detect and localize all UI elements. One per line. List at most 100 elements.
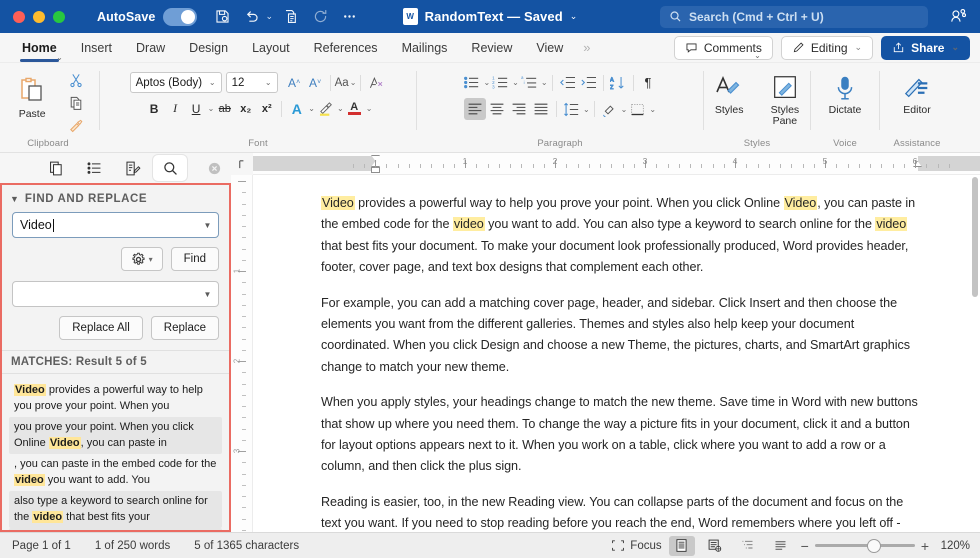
- sidebar-tab-thumbnails[interactable]: [40, 155, 74, 181]
- find-button[interactable]: Find: [170, 247, 219, 271]
- highlight-dropdown-icon[interactable]: ⌄: [337, 104, 344, 113]
- zoom-slider[interactable]: − +: [801, 538, 929, 553]
- borders-dropdown-icon[interactable]: ⌄: [649, 105, 656, 114]
- view-outline-button[interactable]: [735, 536, 761, 556]
- styles-pane-button[interactable]: Styles Pane: [763, 69, 807, 127]
- list-item[interactable]: you prove your point. When you click Onl…: [9, 417, 222, 454]
- match-results-list[interactable]: Video provides a powerful way to help yo…: [2, 374, 229, 530]
- decrease-indent-icon[interactable]: [557, 72, 578, 93]
- list-item[interactable]: , you can paste in the embed code for th…: [9, 454, 222, 491]
- zoom-in-button[interactable]: +: [921, 539, 929, 553]
- line-spacing-dropdown-icon[interactable]: ⌄: [583, 105, 590, 114]
- close-sidebar-button[interactable]: [197, 155, 231, 181]
- superscript-button[interactable]: x²: [256, 98, 277, 119]
- tab-overflow-icon[interactable]: »: [575, 40, 597, 55]
- align-center-icon[interactable]: [486, 98, 508, 120]
- font-size-select[interactable]: 12 ⌄: [225, 72, 278, 93]
- sidebar-tab-document-map[interactable]: [78, 155, 112, 181]
- text-highlight-icon[interactable]: [315, 98, 336, 119]
- find-history-dropdown-icon[interactable]: ▼: [199, 214, 216, 236]
- strikethrough-button[interactable]: ab: [214, 98, 235, 119]
- document-scroll-region[interactable]: Video provides a powerful way to help yo…: [253, 175, 980, 532]
- tab-insert[interactable]: Insert: [69, 33, 124, 63]
- redo-clipboard-icon[interactable]: [278, 5, 304, 29]
- cut-icon[interactable]: [65, 69, 87, 91]
- editing-dropdown-icon[interactable]: ⌄: [855, 42, 863, 53]
- editor-button[interactable]: Editor: [888, 69, 946, 116]
- numbered-list-icon[interactable]: 1 2 3: [490, 72, 511, 93]
- share-button[interactable]: Share ⌄: [881, 35, 970, 60]
- find-panel-header[interactable]: ▼ FIND AND REPLACE: [2, 185, 229, 212]
- autosave-control[interactable]: AutoSave: [97, 7, 198, 26]
- tab-stop-selector[interactable]: [231, 153, 253, 175]
- undo-dropdown-icon[interactable]: ⌄: [265, 11, 273, 22]
- clear-formatting-icon[interactable]: [365, 72, 386, 93]
- document-title[interactable]: RandomText — Saved: [425, 9, 563, 24]
- tab-references[interactable]: References: [302, 33, 390, 63]
- zoom-knob[interactable]: [866, 538, 881, 553]
- paragraph-2[interactable]: For example, you can add a matching cove…: [321, 293, 918, 379]
- format-painter-icon[interactable]: [65, 115, 87, 137]
- collapse-caret-icon[interactable]: ▼: [10, 194, 19, 204]
- share-dropdown-icon[interactable]: ⌄: [951, 42, 959, 53]
- align-right-icon[interactable]: [508, 98, 530, 120]
- word-count[interactable]: 1 of 250 words: [95, 540, 170, 552]
- numbering-dropdown-icon[interactable]: ⌄: [512, 78, 519, 87]
- tab-design[interactable]: Design: [177, 33, 240, 63]
- list-item[interactable]: also type a keyword to search online for…: [9, 491, 222, 528]
- bullets-dropdown-icon[interactable]: ⌄: [483, 78, 490, 87]
- zoom-track[interactable]: [814, 538, 915, 553]
- account-settings-icon[interactable]: [949, 7, 968, 26]
- view-print-layout-button[interactable]: [668, 535, 695, 556]
- subscript-button[interactable]: x₂: [235, 98, 256, 119]
- refresh-icon[interactable]: [307, 5, 333, 29]
- replace-history-dropdown-icon[interactable]: ▼: [199, 283, 216, 305]
- character-count[interactable]: 5 of 1365 characters: [194, 540, 299, 552]
- font-name-dropdown-icon[interactable]: ⌄: [209, 78, 216, 87]
- underline-button[interactable]: U: [186, 98, 207, 119]
- title-dropdown-icon[interactable]: ⌄: [570, 11, 578, 22]
- borders-icon[interactable]: [627, 99, 648, 120]
- multilevel-list-icon[interactable]: a i: [519, 72, 540, 93]
- justify-icon[interactable]: [530, 98, 552, 120]
- close-window-button[interactable]: [13, 10, 25, 23]
- sort-az-icon[interactable]: A Z: [608, 72, 629, 93]
- copy-icon[interactable]: [65, 92, 87, 114]
- horizontal-ruler[interactable]: 1 2 3 4 5 6: [253, 153, 980, 175]
- more-options-icon[interactable]: [336, 5, 362, 29]
- italic-button[interactable]: I: [165, 98, 186, 119]
- shading-icon[interactable]: [599, 99, 620, 120]
- align-left-icon[interactable]: [463, 98, 486, 120]
- increase-indent-icon[interactable]: [578, 72, 599, 93]
- search-input[interactable]: Search (Cmd + Ctrl + U): [660, 5, 928, 28]
- styles-dropdown-icon[interactable]: ⌄: [754, 51, 761, 60]
- replace-button[interactable]: Replace: [150, 316, 219, 340]
- multilevel-dropdown-icon[interactable]: ⌄: [541, 78, 548, 87]
- zoom-out-button[interactable]: −: [801, 539, 809, 553]
- find-settings-dropdown-icon[interactable]: ▾: [149, 255, 153, 264]
- tab-review[interactable]: Review: [459, 33, 524, 63]
- paste-button[interactable]: Paste: [9, 69, 55, 120]
- paste-dropdown-icon[interactable]: ⌄: [56, 53, 63, 62]
- minimize-window-button[interactable]: [33, 10, 45, 23]
- text-effects-icon[interactable]: A: [286, 98, 307, 119]
- font-color-icon[interactable]: A: [344, 98, 365, 119]
- font-color-dropdown-icon[interactable]: ⌄: [366, 104, 373, 113]
- save-icon[interactable]: [209, 5, 235, 29]
- styles-button[interactable]: Styles: [707, 69, 751, 116]
- focus-mode-button[interactable]: Focus: [611, 539, 662, 552]
- list-item[interactable]: Video provides a powerful way to help yo…: [9, 380, 222, 417]
- tab-mailings[interactable]: Mailings: [390, 33, 460, 63]
- page-info[interactable]: Page 1 of 1: [12, 540, 71, 552]
- font-size-dropdown-icon[interactable]: ⌄: [265, 78, 272, 87]
- paragraph-marks-icon[interactable]: ¶: [638, 72, 659, 93]
- tab-layout[interactable]: Layout: [240, 33, 302, 63]
- maximize-window-button[interactable]: [53, 10, 65, 23]
- autosave-toggle[interactable]: [163, 7, 198, 26]
- paragraph-1[interactable]: Video provides a powerful way to help yo…: [321, 193, 918, 279]
- find-settings-button[interactable]: ▾: [120, 247, 163, 271]
- sidebar-tab-search[interactable]: [153, 155, 188, 181]
- tab-draw[interactable]: Draw: [124, 33, 177, 63]
- dictate-button[interactable]: Dictate: [822, 69, 868, 116]
- shading-dropdown-icon[interactable]: ⌄: [621, 105, 628, 114]
